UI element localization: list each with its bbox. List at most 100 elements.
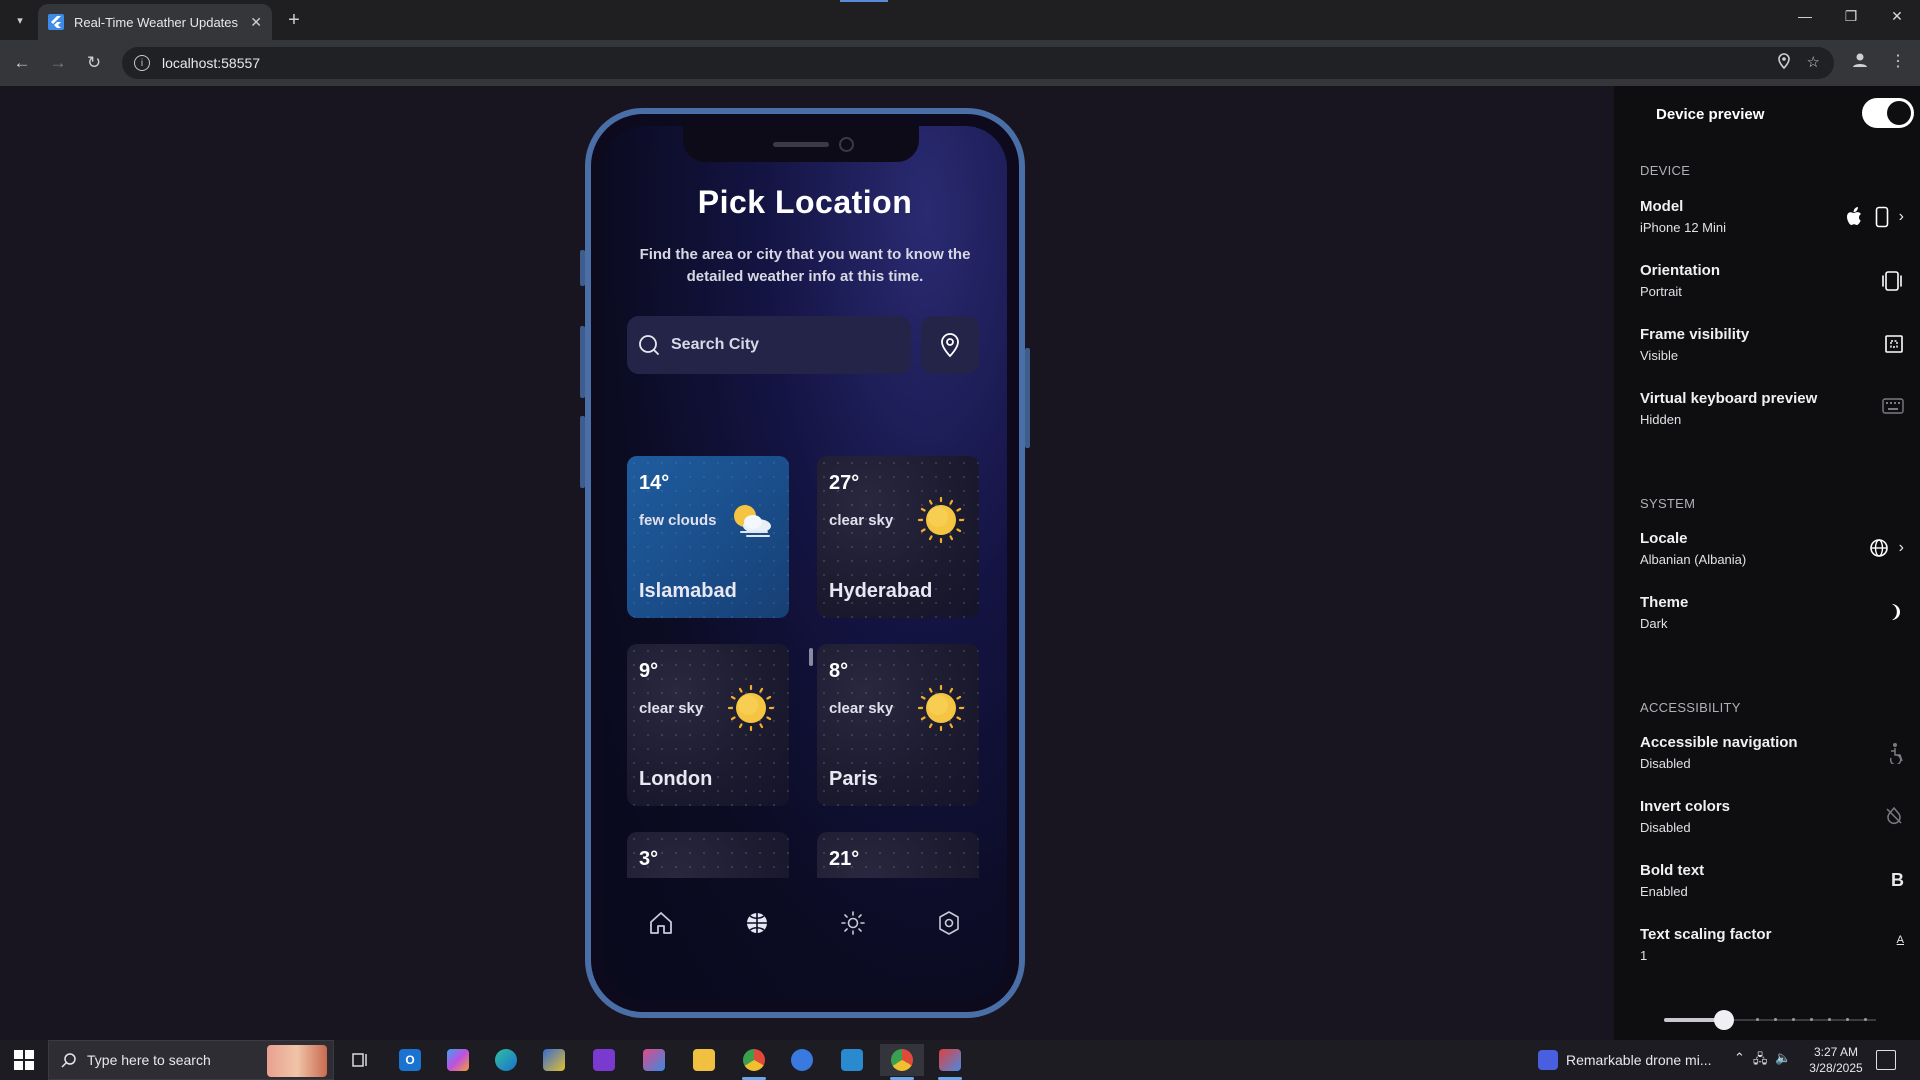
slider-tick [1792,1018,1795,1021]
reload-button[interactable]: ↻ [82,51,106,75]
search-city-input[interactable]: Search City [627,316,911,374]
text-scaling-slider[interactable] [1664,1010,1876,1030]
setting-title: Invert colors [1640,798,1731,815]
slider-tick [1810,1018,1813,1021]
windows-start-button[interactable] [8,1048,40,1072]
setting-locale[interactable]: Locale Albanian (Albania) › [1640,530,1910,576]
volume-icon[interactable]: 🔈 [1775,1050,1791,1072]
few-clouds-icon [734,505,771,537]
restore-button[interactable]: ❐ [1836,8,1866,25]
profile-icon[interactable] [1848,51,1872,75]
device-preview-toggle[interactable] [1862,98,1914,128]
card-temperature: 8° [829,660,849,682]
m365-icon [643,1049,665,1071]
settings-icon [939,911,959,935]
location-pin-icon[interactable] [1777,53,1791,73]
setting-virtual-keyboard[interactable]: Virtual keyboard preview Hidden [1640,390,1910,436]
taskbar-chrome[interactable] [732,1044,776,1080]
setting-model[interactable]: Model iPhone 12 Mini › [1640,198,1910,244]
browser-tab[interactable]: Real-Time Weather Updates ✕ [38,4,272,40]
setting-theme[interactable]: Theme Dark [1640,594,1910,640]
invert-colors-off-icon [1886,806,1902,824]
taskbar-clock[interactable]: 3:27 AM 3/28/2025 [1806,1044,1866,1076]
taskbar-edge[interactable] [484,1044,528,1076]
window-close-button[interactable]: ✕ [1882,8,1912,25]
news-icon [1538,1050,1558,1070]
device-frame: Pick Location Find the area or city that… [585,108,1025,1018]
setting-title: Bold text [1640,862,1705,879]
back-button[interactable]: ← [10,51,34,75]
taskbar-chrome-active[interactable] [880,1044,924,1080]
chevron-right-icon: › [1898,539,1904,556]
browser-menu-icon[interactable]: ⋮ [1886,51,1910,75]
tab-close-icon[interactable]: ✕ [250,14,262,31]
taskbar-copilot[interactable] [436,1044,480,1076]
nav-home-button[interactable] [641,903,681,943]
city-weather-card[interactable]: 3° [627,832,789,878]
app-screen: Pick Location Find the area or city that… [603,126,1007,1000]
minimize-button[interactable]: — [1790,8,1820,24]
setting-text-scaling[interactable]: Text scaling factor 1 A [1640,926,1910,972]
search-highlight-image [267,1045,327,1077]
card-city-name: London [639,768,713,790]
folder-icon [693,1049,715,1071]
city-weather-card[interactable]: 21° [817,832,979,878]
setting-bold-text[interactable]: Bold text Enabled B [1640,862,1910,908]
edge-icon [495,1049,517,1071]
app-icon [791,1049,813,1071]
sun-icon [727,684,775,732]
setting-value: Disabled [1640,820,1691,835]
setting-orientation[interactable]: Orientation Portrait [1640,262,1910,308]
tab-search-button[interactable]: ▾ [8,8,32,32]
site-info-icon[interactable]: i [134,55,150,71]
taskbar-app-blue[interactable] [780,1044,824,1076]
new-tab-button[interactable]: + [282,8,306,32]
forward-button[interactable]: → [46,51,70,75]
taskbar-news-widget[interactable]: Remarkable drone mi... [1538,1050,1712,1070]
city-weather-card[interactable]: 9° clear sky London [627,644,789,806]
bottom-navigation [603,888,1007,958]
city-weather-card[interactable]: 8° clear sky Paris [817,644,979,806]
setting-title: Theme [1640,594,1689,611]
network-icon[interactable]: 🖧 [1753,1050,1768,1072]
setting-value: 1 [1640,948,1648,963]
copilot-icon [447,1049,469,1071]
city-weather-card[interactable]: 27° clear sky Hyderabad [817,456,979,618]
url-text[interactable]: localhost:58557 [162,55,260,71]
setting-title: Accessible navigation [1640,734,1798,751]
taskbar-m365[interactable] [632,1044,676,1076]
taskbar-visual-studio[interactable] [582,1044,626,1076]
taskbar-search-box[interactable]: Type here to search [48,1040,334,1080]
task-view-button[interactable] [338,1044,382,1076]
chrome-icon [891,1049,913,1071]
nav-brightness-button[interactable] [833,903,873,943]
taskbar-python-app[interactable] [532,1044,576,1076]
taskbar-file-explorer[interactable] [682,1044,726,1076]
nav-globe-button[interactable] [737,903,777,943]
taskbar-outlook[interactable]: O [388,1044,432,1076]
slider-thumb[interactable] [1714,1010,1734,1030]
address-bar[interactable]: i localhost:58557 ☆ [122,47,1834,79]
taskbar-search-placeholder: Type here to search [87,1052,211,1068]
city-weather-card[interactable]: 14° few clouds Islamabad [627,456,789,618]
panel-title: Device preview [1656,105,1765,123]
setting-frame-visibility[interactable]: Frame visibility Visible [1640,326,1910,372]
scrollbar-thumb[interactable] [809,648,813,666]
page-subtitle: Find the area or city that you want to k… [639,246,971,285]
taskbar-flutter-app[interactable] [928,1044,972,1080]
taskbar-app-chart[interactable] [830,1044,874,1076]
moon-icon [1892,604,1900,620]
frame-icon [1885,335,1903,353]
setting-title: Text scaling factor [1640,926,1772,943]
bookmark-star-icon[interactable]: ☆ [1807,53,1820,73]
nav-settings-button[interactable] [929,903,969,943]
current-location-button[interactable] [921,316,979,374]
setting-value: Enabled [1640,884,1688,899]
notification-center-icon[interactable] [1876,1050,1896,1070]
setting-invert-colors[interactable]: Invert colors Disabled [1640,798,1910,844]
setting-accessible-navigation[interactable]: Accessible navigation Disabled [1640,734,1910,780]
keyboard-icon [1882,398,1904,414]
app-icon [543,1049,565,1071]
card-city-name: Islamabad [639,580,737,602]
chevron-up-icon[interactable]: ⌃ [1734,1050,1745,1072]
